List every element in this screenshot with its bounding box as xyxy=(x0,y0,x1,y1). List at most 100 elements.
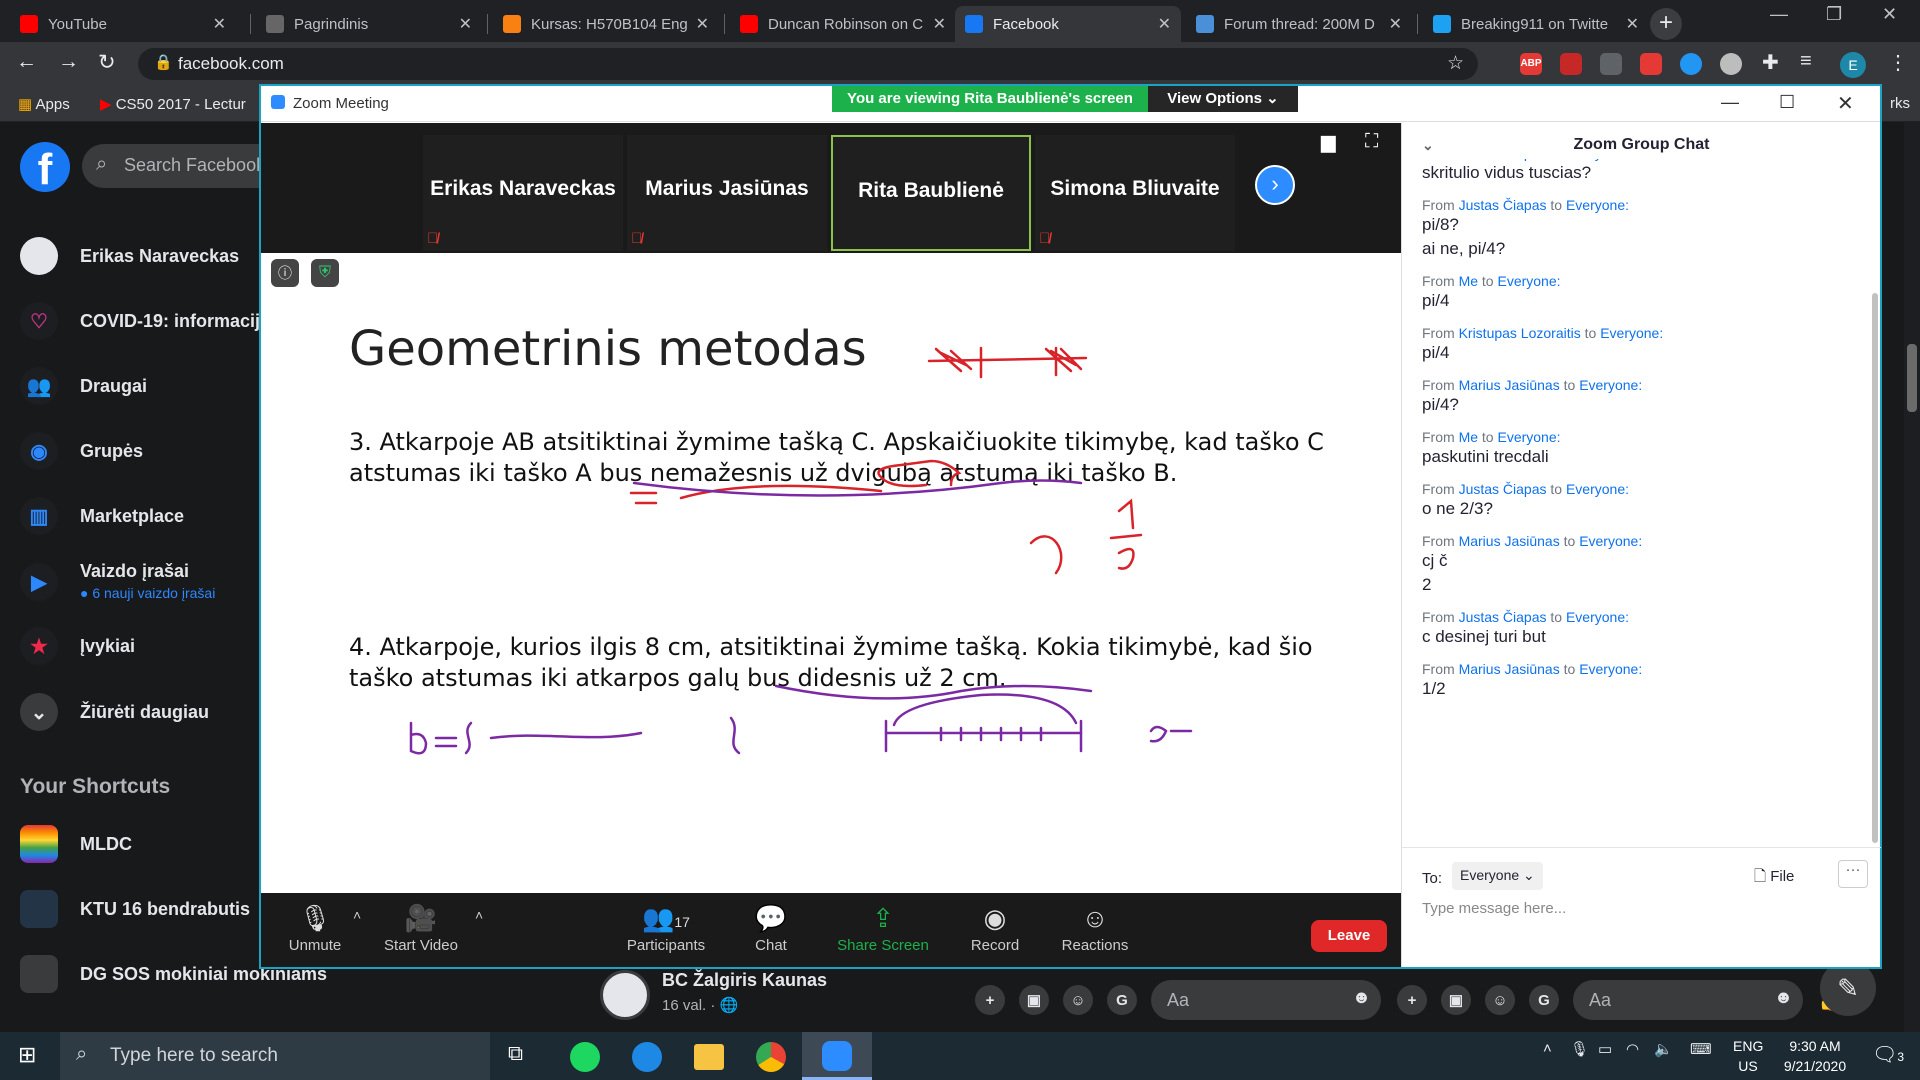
participant-tile[interactable]: Erikas Naraveckas 🎙̸ xyxy=(423,135,623,251)
participant-tile[interactable]: Rita Baublienė xyxy=(831,135,1031,251)
sticker-icon[interactable]: ☺ xyxy=(1063,985,1093,1015)
participant-tile[interactable]: Simona Bliuvaite 🎙̸ xyxy=(1035,135,1235,251)
tab-close-icon[interactable]: ✕ xyxy=(933,14,946,34)
message-input[interactable]: Aa ☻ xyxy=(1573,980,1803,1020)
clock[interactable]: 9:30 AM 9/21/2020 xyxy=(1770,1036,1860,1076)
back-icon[interactable]: ← xyxy=(16,50,37,74)
tab-youtube[interactable]: Duncan Robinson on C ✕ xyxy=(730,6,956,42)
fb-menu-friends[interactable]: 👥 Draugai xyxy=(20,364,147,408)
profile-avatar[interactable]: E xyxy=(1840,52,1866,78)
sender-name[interactable]: Kristupas Lozoraitis xyxy=(1459,325,1581,341)
windows-start-icon[interactable]: ⊞ xyxy=(18,1042,36,1068)
recipient-dropdown[interactable]: Everyone ⌄ xyxy=(1452,862,1543,890)
gif-icon[interactable]: G xyxy=(1529,985,1559,1015)
mic-icon[interactable]: 🎙 xyxy=(1570,1040,1589,1058)
chevron-up-icon[interactable]: ˄ xyxy=(353,907,361,923)
reactions-button[interactable]: ☺ Reactions xyxy=(1035,903,1155,954)
recipient-name[interactable]: Everyone: xyxy=(1497,429,1560,445)
recipient-name[interactable]: Everyone: xyxy=(1566,197,1629,213)
tab-close-icon[interactable]: ✕ xyxy=(459,14,472,34)
recipient-name[interactable]: Everyone: xyxy=(1579,377,1642,393)
chat-scrollbar[interactable] xyxy=(1872,293,1878,843)
task-view-icon[interactable]: ⧉ xyxy=(508,1042,523,1066)
sender-name[interactable]: Justas Čiapas xyxy=(1459,481,1547,497)
shortcut-item[interactable]: MLDC xyxy=(20,822,132,866)
chat-button[interactable]: 💬 Chat xyxy=(711,903,831,954)
tab-twitter[interactable]: Breaking911 on Twitte ✕ xyxy=(1423,6,1649,42)
tab-youtube[interactable]: YouTube ✕ xyxy=(10,6,236,42)
emoji-icon[interactable]: ☻ xyxy=(1774,987,1793,1008)
message-input[interactable]: Type message here... xyxy=(1422,900,1862,930)
sender-name[interactable]: Marius Jasiūnas xyxy=(1459,377,1560,393)
adblock-icon[interactable]: ABP xyxy=(1520,53,1542,75)
media-icon[interactable]: ≡ xyxy=(1800,50,1812,73)
tab-close-icon[interactable]: ✕ xyxy=(1626,14,1639,34)
extension-icon[interactable] xyxy=(1560,53,1582,75)
bookmark-overflow[interactable]: rks xyxy=(1890,95,1910,112)
menu-dots-icon[interactable]: ⋮ xyxy=(1888,50,1908,75)
notification-icon[interactable]: 🗨3 xyxy=(1872,1042,1904,1067)
volume-icon[interactable]: 🔈 xyxy=(1654,1040,1673,1058)
chrome-icon[interactable] xyxy=(756,1042,786,1072)
page-scrollbar[interactable] xyxy=(1904,122,1920,1032)
battery-icon[interactable]: ▭ xyxy=(1598,1040,1612,1058)
restore-icon[interactable]: ❐ xyxy=(1826,4,1842,25)
sender-name[interactable]: Justas Čiapas xyxy=(1459,197,1547,213)
fb-menu-chevron-down[interactable]: ⌄ Žiūrėti daugiau xyxy=(20,690,209,734)
sender-name[interactable]: Me xyxy=(1459,429,1478,445)
close-window-icon[interactable]: ✕ xyxy=(1882,4,1897,25)
message-input[interactable]: Aa ☻ xyxy=(1151,980,1381,1020)
participant-tile[interactable]: Marius Jasiūnas 🎙̸ xyxy=(627,135,827,251)
fullscreen-icon[interactable]: ⛶ xyxy=(1365,131,1378,153)
gif-icon[interactable]: G xyxy=(1107,985,1137,1015)
plus-icon[interactable]: + xyxy=(1397,985,1427,1015)
tab-forum[interactable]: Forum thread: 200M D ✕ xyxy=(1186,6,1412,42)
sender-name[interactable]: Marius Jasiūnas xyxy=(1459,533,1560,549)
spotify-icon[interactable] xyxy=(570,1042,600,1072)
puzzle-icon[interactable]: ✚ xyxy=(1762,50,1779,75)
facebook-search-input[interactable]: ⌕ Search Facebook xyxy=(82,144,282,188)
sender-name[interactable]: Justas Čiapas xyxy=(1459,609,1547,625)
chevron-up-icon[interactable]: ˄ xyxy=(475,907,483,923)
maximize-icon[interactable]: ☐ xyxy=(1779,92,1795,113)
tab-close-icon[interactable]: ✕ xyxy=(1158,14,1171,34)
close-icon[interactable]: ✕ xyxy=(1837,91,1854,116)
recipient-name[interactable]: Everyone: xyxy=(1497,273,1560,289)
tab-close-icon[interactable]: ✕ xyxy=(696,14,709,34)
sticker-icon[interactable]: ☺ xyxy=(1485,985,1515,1015)
extension-icon[interactable] xyxy=(1720,53,1742,75)
tab-close-icon[interactable]: ✕ xyxy=(213,14,226,34)
extension-icon[interactable] xyxy=(1640,53,1662,75)
emoji-icon[interactable]: ☻ xyxy=(1352,987,1371,1008)
next-page-button[interactable]: › xyxy=(1255,165,1295,205)
share-screen-button[interactable]: ⇪ Share Screen xyxy=(823,903,943,954)
layout-icon[interactable]: ▆ xyxy=(1321,131,1336,154)
bookmark-cs50[interactable]: ▶ CS50 2017 - Lectur xyxy=(100,95,246,113)
url-input[interactable]: 🔒 facebook.com ☆ xyxy=(138,48,1478,80)
recipient-name[interactable]: Everyone: xyxy=(1600,325,1663,341)
language-indicator[interactable]: ENG US xyxy=(1733,1036,1763,1076)
network-icon[interactable]: ◠ xyxy=(1626,1040,1639,1058)
sender-name[interactable]: Me xyxy=(1459,273,1478,289)
recipient-name[interactable]: Everyone: xyxy=(1566,481,1629,497)
file-button[interactable]: 🗋 File xyxy=(1754,866,1794,891)
extension-icon[interactable] xyxy=(1600,53,1622,75)
photo-icon[interactable]: ▣ xyxy=(1441,985,1471,1015)
start-video-button[interactable]: 🎥 Start Video xyxy=(361,903,481,954)
zoom-taskbar-button[interactable] xyxy=(802,1032,872,1080)
new-tab-button[interactable]: + xyxy=(1650,8,1682,40)
recipient-name[interactable]: Everyone: xyxy=(1566,609,1629,625)
sender-name[interactable]: Marius Jasiūnas xyxy=(1459,661,1560,677)
tab-close-icon[interactable]: ✕ xyxy=(1389,14,1402,34)
plus-icon[interactable]: + xyxy=(975,985,1005,1015)
keyboard-icon[interactable]: ⌨ xyxy=(1690,1040,1712,1058)
recipient-name[interactable]: Everyone: xyxy=(1579,661,1642,677)
show-hidden-icons[interactable]: ˄ xyxy=(1543,1040,1552,1057)
bookmark-apps[interactable]: ▦ Apps xyxy=(18,95,70,113)
recipient-name[interactable]: Everyone: xyxy=(1579,533,1642,549)
scrollbar-thumb[interactable] xyxy=(1907,344,1917,412)
more-options-icon[interactable]: ··· xyxy=(1838,860,1868,888)
file-explorer-icon[interactable] xyxy=(694,1044,724,1070)
tab-facebook[interactable]: Facebook ✕ xyxy=(955,6,1181,42)
edge-icon[interactable] xyxy=(632,1042,662,1072)
